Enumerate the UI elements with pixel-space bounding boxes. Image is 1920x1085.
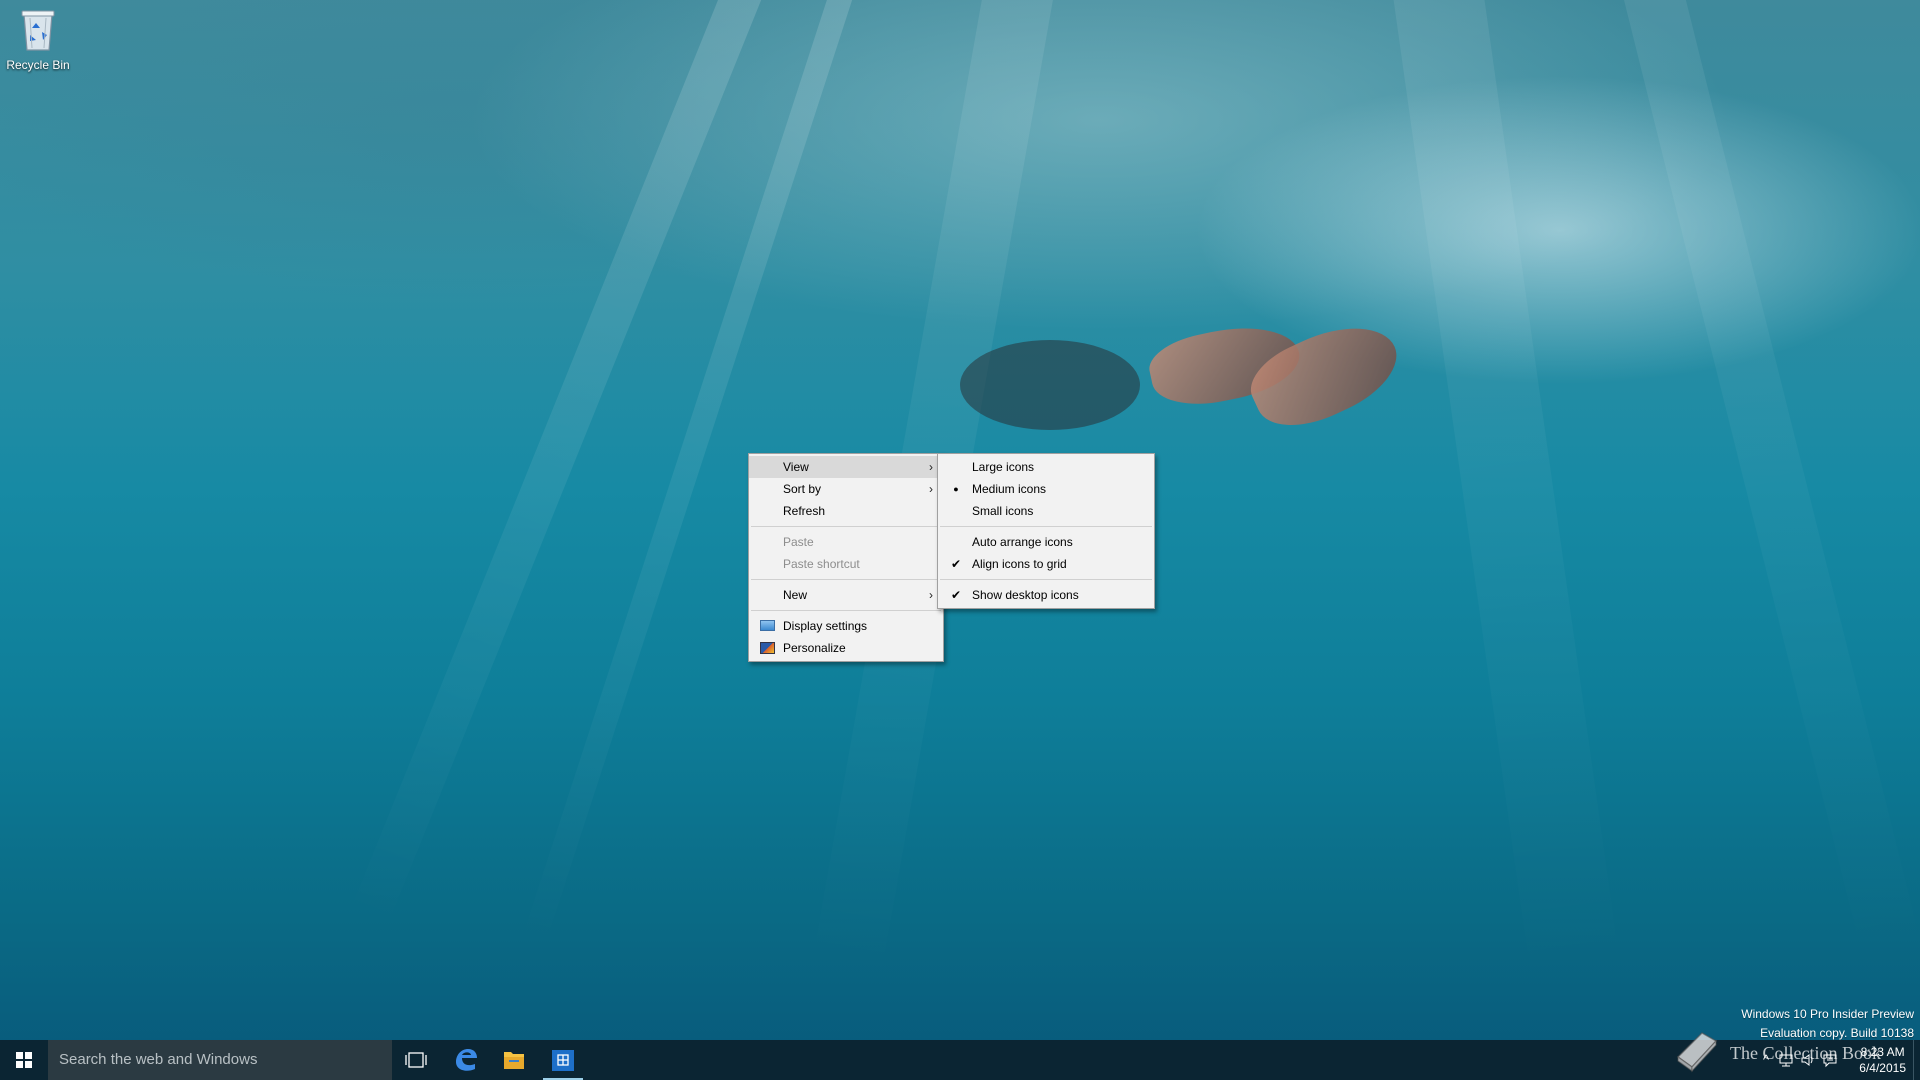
windows-logo-icon (16, 1052, 32, 1068)
task-view-icon (405, 1052, 427, 1068)
menu-item-display-settings[interactable]: Display settings (749, 615, 943, 637)
swimmer-fin (1240, 307, 1410, 443)
menu-separator (940, 526, 1152, 527)
menu-item-label: Refresh (783, 504, 826, 518)
submenu-item-label: Show desktop icons (972, 588, 1079, 602)
edge-button[interactable] (442, 1040, 490, 1080)
menu-item-label: Paste (783, 535, 814, 549)
build-watermark: Windows 10 Pro Insider Preview Evaluatio… (1741, 1005, 1914, 1043)
submenu-item-label: Large icons (972, 460, 1035, 474)
menu-item-paste-shortcut: Paste shortcut (749, 553, 943, 575)
menu-item-label: Display settings (783, 619, 868, 633)
store-icon (552, 1050, 574, 1071)
menu-item-label: Sort by (783, 482, 822, 496)
search-input[interactable]: Search the web and Windows (48, 1040, 392, 1080)
submenu-arrow-icon: › (929, 482, 933, 496)
menu-separator (751, 610, 941, 611)
taskbar: Search the web and Windows ^ 8:23 AM 6/4… (0, 1040, 1920, 1080)
submenu-item-large-icons[interactable]: Large icons (938, 456, 1154, 478)
submenu-item-align-to-grid[interactable]: ✔ Align icons to grid (938, 553, 1154, 575)
menu-item-sort-by[interactable]: Sort by › (749, 478, 943, 500)
display-settings-icon (760, 620, 775, 631)
show-desktop-button[interactable] (1913, 1040, 1920, 1080)
submenu-item-label: Auto arrange icons (972, 535, 1073, 549)
edge-icon (456, 1049, 477, 1071)
checkmark-icon: ✔ (950, 588, 962, 602)
submenu-item-small-icons[interactable]: Small icons (938, 500, 1154, 522)
submenu-item-auto-arrange[interactable]: Auto arrange icons (938, 531, 1154, 553)
submenu-item-medium-icons[interactable]: ● Medium icons (938, 478, 1154, 500)
menu-separator (940, 579, 1152, 580)
file-explorer-button[interactable] (490, 1040, 538, 1080)
store-button[interactable] (539, 1040, 587, 1080)
desktop-context-menu: View › Sort by › Refresh Paste Paste sho… (748, 453, 944, 662)
submenu-arrow-icon: › (929, 460, 933, 474)
submenu-item-show-desktop-icons[interactable]: ✔ Show desktop icons (938, 584, 1154, 606)
menu-separator (751, 526, 941, 527)
start-button[interactable] (0, 1040, 48, 1080)
recycle-bin-label: Recycle Bin (6, 58, 70, 72)
submenu-arrow-icon: › (929, 588, 933, 602)
menu-item-label: View (783, 460, 809, 474)
menu-item-label: New (783, 588, 808, 602)
view-submenu: Large icons ● Medium icons Small icons A… (937, 453, 1155, 609)
watermark-line-edition: Windows 10 Pro Insider Preview (1741, 1007, 1914, 1021)
menu-item-label: Paste shortcut (783, 557, 860, 571)
folder-icon (504, 1052, 524, 1069)
book-logo-icon (1672, 1027, 1722, 1073)
overlay-logo-text: The Collection Book (1730, 1043, 1881, 1063)
task-view-button[interactable] (392, 1040, 440, 1080)
menu-item-personalize[interactable]: Personalize (749, 637, 943, 659)
submenu-item-label: Small icons (972, 504, 1034, 518)
menu-item-label: Personalize (783, 641, 846, 655)
submenu-item-label: Align icons to grid (972, 557, 1067, 571)
radio-dot-icon: ● (953, 484, 959, 494)
swimmer-body (960, 340, 1140, 430)
menu-item-new[interactable]: New › (749, 584, 943, 606)
light-ray (1600, 0, 1920, 975)
menu-item-paste: Paste (749, 531, 943, 553)
personalize-icon (760, 642, 775, 654)
checkmark-icon: ✔ (950, 557, 962, 571)
recycle-bin-icon (18, 8, 58, 52)
light-ray (1380, 0, 1623, 996)
menu-item-refresh[interactable]: Refresh (749, 500, 943, 522)
desktop-icon-recycle-bin[interactable]: Recycle Bin (4, 8, 72, 72)
menu-item-view[interactable]: View › (749, 456, 943, 478)
menu-separator (751, 579, 941, 580)
submenu-item-label: Medium icons (972, 482, 1047, 496)
